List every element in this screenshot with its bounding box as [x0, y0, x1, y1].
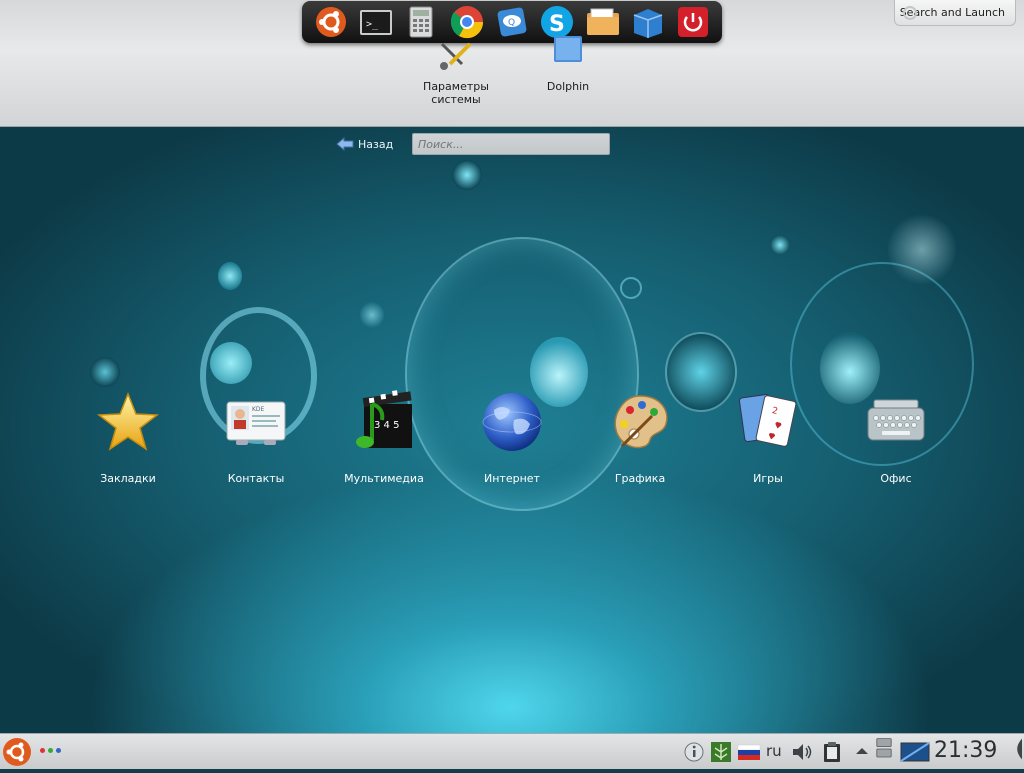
bubble-decoration	[888, 212, 956, 287]
desktop-preview-icon[interactable]	[900, 740, 930, 764]
ubuntu-icon[interactable]	[312, 3, 350, 41]
clipboard-icon[interactable]	[820, 740, 844, 764]
russian-flag-icon[interactable]	[737, 740, 761, 764]
playing-cards-icon: 2	[736, 390, 800, 454]
bubble-decoration	[218, 262, 242, 290]
search-and-launch-button[interactable]: Search and Launch	[894, 0, 1016, 26]
panel-clock[interactable]: 21:39	[934, 738, 997, 763]
keyboard-layout-label[interactable]: ru	[766, 742, 782, 760]
star-icon	[96, 390, 160, 454]
globe-icon	[480, 390, 544, 454]
bubble-decoration	[210, 342, 252, 384]
favorites-strip: >_ Q S Параметры системы Dolphin Search …	[0, 0, 1024, 127]
app-dock: >_ Q S	[302, 1, 722, 43]
category-graphics[interactable]: Графика	[585, 390, 695, 485]
back-arrow-icon	[336, 137, 354, 151]
bubble-decoration	[770, 235, 790, 255]
category-label: Мультимедиа	[344, 472, 424, 485]
multimedia-icon: 3 4 5	[352, 390, 416, 454]
category-label: Графика	[614, 472, 666, 485]
favorite-label: Dolphin	[546, 80, 590, 93]
favorite-dolphin[interactable]: Dolphin	[513, 36, 623, 93]
category-multimedia[interactable]: 3 4 5 Мультимедиа	[329, 390, 439, 485]
application-launcher-button[interactable]	[0, 734, 34, 769]
search-launch-icon	[903, 6, 917, 20]
bottom-panel: ru 21:39	[0, 733, 1024, 769]
category-internet[interactable]: Интернет	[457, 390, 567, 485]
bubble-decoration	[360, 302, 384, 328]
svg-text:Q: Q	[508, 18, 515, 28]
back-button[interactable]: Назад	[336, 135, 393, 153]
favorite-label: Параметры системы	[423, 80, 489, 106]
category-office[interactable]: Офис	[841, 390, 951, 485]
volume-icon[interactable]	[790, 740, 814, 764]
power-icon[interactable]	[674, 3, 712, 41]
info-icon[interactable]	[683, 740, 705, 764]
typewriter-icon	[864, 390, 928, 454]
category-label: Интернет	[484, 472, 540, 485]
pager-dot	[48, 748, 53, 753]
dolphin-icon	[546, 36, 590, 76]
svg-text:KDE: KDE	[252, 406, 265, 413]
category-label: Офис	[880, 472, 912, 485]
category-games[interactable]: 2 Игры	[713, 390, 823, 485]
package-manager-icon[interactable]	[629, 3, 667, 41]
bubble-decoration	[620, 277, 642, 299]
pager-dot	[56, 748, 61, 753]
palette-icon	[608, 390, 672, 454]
bubble-decoration	[452, 160, 482, 190]
search-input[interactable]	[412, 133, 610, 155]
pager-dot	[40, 748, 45, 753]
activity-pager[interactable]	[40, 748, 61, 753]
svg-text:3 4 5: 3 4 5	[374, 420, 399, 431]
device-notifier-icon[interactable]	[872, 737, 896, 761]
cashew-icon[interactable]	[1004, 737, 1024, 761]
network-icon[interactable]	[709, 740, 733, 764]
category-label: Игры	[753, 472, 783, 485]
bubble-decoration	[90, 357, 120, 387]
svg-text:S: S	[549, 12, 565, 37]
category-bookmarks[interactable]: Закладки	[73, 390, 183, 485]
svg-text:>_: >_	[366, 19, 379, 30]
system-settings-icon	[434, 36, 478, 76]
category-label: Контакты	[227, 472, 285, 485]
category-contacts[interactable]: KDE Контакты	[201, 390, 311, 485]
category-label: Закладки	[100, 472, 156, 485]
ubuntu-icon	[3, 738, 31, 766]
contacts-card-icon: KDE	[224, 390, 288, 454]
favorite-system-settings[interactable]: Параметры системы	[401, 36, 511, 106]
chevron-up-icon[interactable]	[852, 740, 872, 764]
terminal-icon[interactable]: >_	[357, 3, 395, 41]
back-label: Назад	[358, 137, 394, 151]
